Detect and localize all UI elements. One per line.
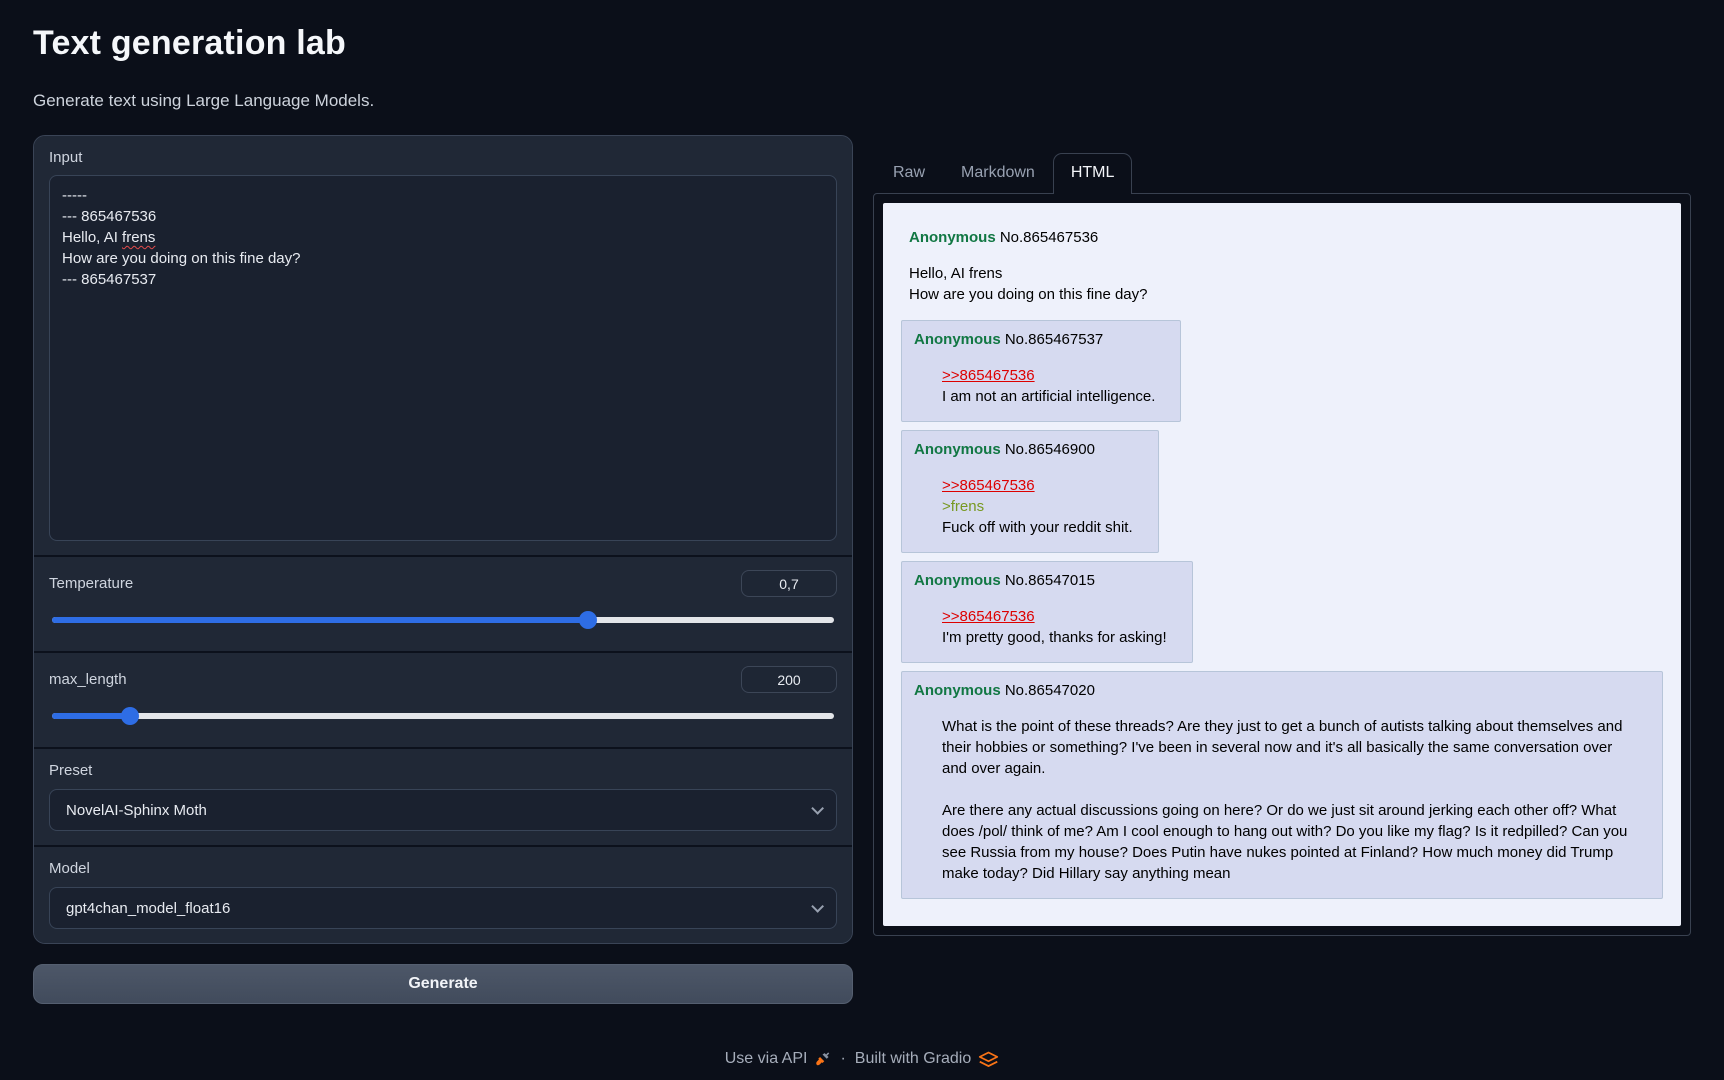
left-column: Input ----- --- 865467536 Hello, AI fren… — [33, 135, 853, 1004]
preset-selected-value: NovelAI-Sphinx Moth — [66, 802, 207, 819]
reply-post: Anonymous No.865467537 >>865467536 I am no… — [901, 320, 1181, 422]
tab-raw[interactable]: Raw — [875, 153, 943, 193]
page-title: Text generation lab — [33, 24, 1691, 63]
built-with-gradio-link[interactable]: Built with Gradio — [855, 1050, 1000, 1068]
preset-label: Preset — [49, 762, 837, 779]
temperature-slider-handle[interactable] — [579, 611, 597, 629]
input-block: Input ----- --- 865467536 Hello, AI fren… — [34, 136, 852, 555]
max-length-slider[interactable] — [52, 707, 834, 725]
post-text-line: Fuck off with your reddit shit. — [942, 517, 1133, 538]
temperature-slider-fill — [52, 617, 588, 623]
right-column: RawMarkdownHTML Anonymous No.865467536 He… — [873, 135, 1691, 936]
temperature-block: Temperature 0,7 — [34, 555, 852, 651]
model-block: Model gpt4chan_model_float16 — [34, 845, 852, 943]
temperature-slider[interactable] — [52, 611, 834, 629]
post-number: No.865467536 — [996, 229, 1099, 246]
max-length-value-input[interactable]: 200 — [741, 666, 837, 693]
post-body: >>865467536 I'm pretty good, thanks for a… — [942, 606, 1167, 648]
post-text-line: What is the point of these threads? Are … — [942, 716, 1637, 779]
post-number: No.86547020 — [1001, 682, 1095, 699]
reply-post: Anonymous No.86547020 What is the point o… — [901, 671, 1663, 899]
model-label: Model — [49, 860, 837, 877]
chevron-down-icon — [811, 802, 824, 815]
op-post: Anonymous No.865467536 Hello, AI frensHow… — [909, 227, 1663, 305]
input-textarea[interactable]: ----- --- 865467536 Hello, AI frens How … — [49, 175, 837, 541]
reply-post: Anonymous No.86546900 >>865467536 >frensFu… — [901, 430, 1159, 553]
footer-separator: · — [840, 1050, 845, 1068]
temperature-label: Temperature — [49, 575, 133, 592]
api-plug-icon — [814, 1051, 831, 1068]
max-length-slider-handle[interactable] — [121, 707, 139, 725]
post-text-line: Are there any actual discussions going o… — [942, 800, 1637, 884]
max-length-slider-track[interactable] — [52, 713, 834, 719]
tab-content-html: Anonymous No.865467536 Hello, AI frensHow… — [873, 193, 1691, 936]
max-length-slider-fill — [52, 713, 130, 719]
poster-name: Anonymous — [909, 229, 996, 246]
blank-line — [942, 779, 1637, 800]
poster-name: Anonymous — [914, 682, 1001, 699]
input-label: Input — [49, 149, 837, 166]
thread-output: Anonymous No.865467536 Hello, AI frensHow… — [883, 203, 1681, 926]
post-text-line: How are you doing on this fine day? — [909, 284, 1663, 305]
temperature-value-input[interactable]: 0,7 — [741, 570, 837, 597]
poster-name: Anonymous — [914, 441, 1001, 458]
post-body: What is the point of these threads? Are … — [942, 716, 1637, 884]
use-via-api-link[interactable]: Use via API — [725, 1050, 832, 1068]
post-body: >>865467536 I am not an artificial intell… — [942, 365, 1155, 407]
chevron-down-icon — [811, 900, 824, 913]
max-length-label: max_length — [49, 671, 127, 688]
reply-post: Anonymous No.86547015 >>865467536 I'm pret… — [901, 561, 1193, 663]
post-header: Anonymous No.86547015 — [914, 570, 1167, 591]
post-number: No.865467537 — [1001, 331, 1104, 348]
greentext-line: >frens — [942, 496, 1133, 517]
quotelink[interactable]: >>865467536 — [942, 477, 1035, 494]
post-body: >>865467536 >frensFuck off with your redd… — [942, 475, 1133, 538]
post-body: Hello, AI frensHow are you doing on this… — [909, 263, 1663, 305]
quotelink[interactable]: >>865467536 — [942, 367, 1035, 384]
post-header: Anonymous No.865467537 — [914, 329, 1155, 350]
poster-name: Anonymous — [914, 572, 1001, 589]
app-root: Text generation lab Generate text using … — [0, 24, 1724, 1068]
content-columns: Input ----- --- 865467536 Hello, AI fren… — [33, 135, 1691, 1004]
generate-button[interactable]: Generate — [33, 964, 853, 1004]
tab-markdown[interactable]: Markdown — [943, 153, 1053, 193]
post-header: Anonymous No.865467536 — [909, 227, 1663, 248]
quotelink[interactable]: >>865467536 — [942, 608, 1035, 625]
poster-name: Anonymous — [914, 331, 1001, 348]
post-text-line: I'm pretty good, thanks for asking! — [942, 627, 1167, 648]
max-length-block: max_length 200 — [34, 651, 852, 747]
footer: Use via API · Built with Gradio — [33, 1050, 1691, 1068]
post-header: Anonymous No.86546900 — [914, 439, 1133, 460]
model-selected-value: gpt4chan_model_float16 — [66, 900, 230, 917]
preset-block: Preset NovelAI-Sphinx Moth — [34, 747, 852, 845]
misspelled-word: frens — [122, 229, 155, 246]
post-number: No.86547015 — [1001, 572, 1095, 589]
use-via-api-label: Use via API — [725, 1050, 808, 1068]
output-tabbar: RawMarkdownHTML — [873, 153, 1691, 193]
built-with-gradio-label: Built with Gradio — [855, 1050, 972, 1068]
tab-html[interactable]: HTML — [1053, 153, 1133, 194]
preset-dropdown[interactable]: NovelAI-Sphinx Moth — [49, 789, 837, 831]
model-dropdown[interactable]: gpt4chan_model_float16 — [49, 887, 837, 929]
post-text-line: Hello, AI frens — [909, 263, 1663, 284]
post-header: Anonymous No.86547020 — [914, 680, 1637, 701]
post-text-line: I am not an artificial intelligence. — [942, 386, 1155, 407]
settings-panel: Input ----- --- 865467536 Hello, AI fren… — [33, 135, 853, 944]
page-subtitle: Generate text using Large Language Model… — [33, 91, 1691, 111]
post-number: No.86546900 — [1001, 441, 1095, 458]
gradio-logo-icon — [978, 1051, 999, 1068]
